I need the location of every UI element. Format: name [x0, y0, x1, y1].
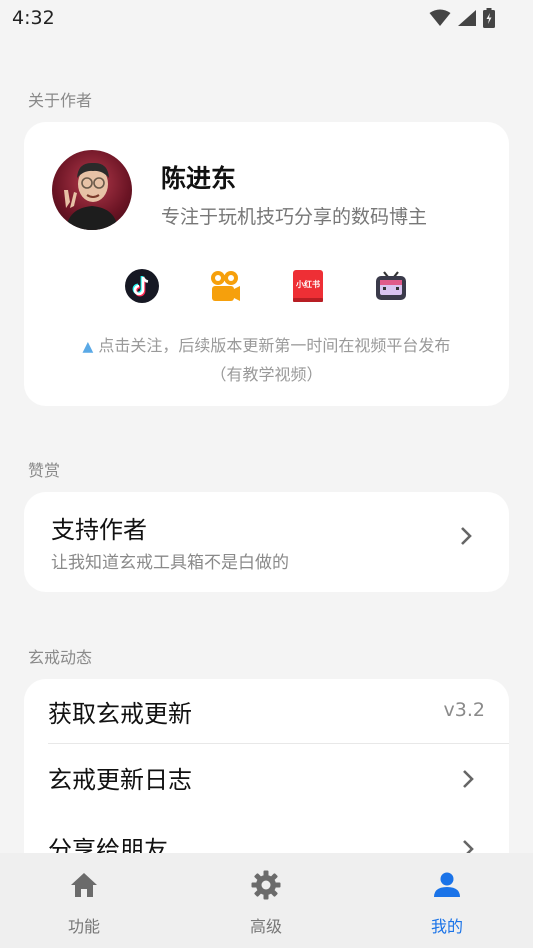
avatar-figure-icon: [64, 162, 118, 230]
get-update-label: 获取玄戒更新: [48, 700, 192, 728]
nav-item-mine[interactable]: 我的: [402, 869, 492, 937]
battery-icon: [483, 8, 495, 28]
wifi-icon: [429, 9, 451, 26]
bottom-nav: 功能 高级 我的: [0, 853, 533, 948]
author-description: 专注于玩机技巧分享的数码博主: [161, 206, 428, 228]
follow-hint-text: 点击关注，后续版本更新第一时间在视频平台发布: [98, 336, 451, 355]
support-author-subtitle: 让我知道玄戒工具箱不是白做的: [51, 553, 289, 573]
nav-label-mine: 我的: [430, 917, 463, 936]
section-label-about-author: 关于作者: [28, 91, 93, 110]
divider: [48, 743, 509, 744]
support-author-title: 支持作者: [51, 516, 147, 544]
follow-hint-line2: （有教学视频）: [210, 365, 323, 384]
changelog-label: 玄戒更新日志: [48, 766, 192, 794]
signal-icon: [458, 10, 476, 26]
follow-hint-line1: ▲ 点击关注，后续版本更新第一时间在视频平台发布: [24, 332, 509, 361]
changelog-row[interactable]: 玄戒更新日志: [24, 745, 509, 811]
section-label-donate: 赞赏: [28, 461, 61, 480]
xiaohongshu-icon[interactable]: 小红书: [290, 268, 326, 304]
gear-icon: [251, 870, 281, 900]
author-card: 陈进东 专注于玩机技巧分享的数码博主 小红书 ▲ 点击关注，后续版本更新第一时间…: [24, 122, 509, 406]
nav-label-advanced: 高级: [249, 917, 282, 936]
xiaohongshu-text: 小红书: [296, 280, 320, 289]
nav-item-features[interactable]: 功能: [39, 869, 129, 937]
home-icon: [71, 873, 97, 897]
author-name: 陈进东: [161, 164, 237, 193]
arrow-up-icon: ▲: [82, 339, 94, 355]
douyin-icon[interactable]: [124, 268, 160, 304]
chevron-right-icon: [459, 524, 473, 554]
kuaishou-icon[interactable]: [207, 268, 243, 304]
status-icons: [429, 8, 495, 28]
status-time: 4:32: [12, 7, 55, 29]
follow-hint: ▲ 点击关注，后续版本更新第一时间在视频平台发布 （有教学视频）: [24, 332, 509, 389]
avatar[interactable]: [52, 150, 132, 230]
nav-label-features: 功能: [67, 917, 100, 936]
section-label-xuanjie-news: 玄戒动态: [28, 648, 93, 667]
nav-item-advanced[interactable]: 高级: [221, 869, 311, 937]
get-update-row[interactable]: 获取玄戒更新 v3.2: [24, 679, 509, 745]
screen: 4:32 关于作者 陈进东 专注于玩机技巧分享的数码博主 小红书 ▲ 点击关注，…: [0, 0, 533, 948]
chevron-right-icon: [461, 767, 475, 797]
bilibili-icon[interactable]: [373, 268, 409, 304]
person-icon: [434, 872, 460, 897]
status-bar: 4:32: [0, 0, 533, 38]
social-links: 小红书: [24, 268, 509, 308]
version-value: v3.2: [443, 699, 485, 721]
support-author-row[interactable]: 支持作者 让我知道玄戒工具箱不是白做的: [24, 492, 509, 592]
